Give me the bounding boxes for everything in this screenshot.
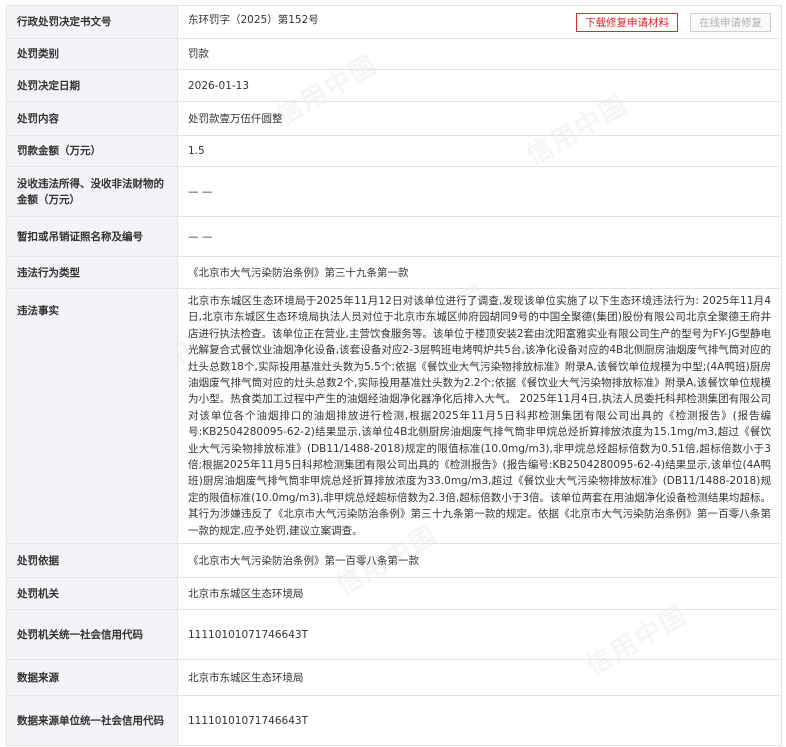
violation-type-label: 违法行为类型 xyxy=(6,256,178,289)
doc-no-cell: 东环罚字（2025）第152号 下载修复申请材料 在线申请修复 xyxy=(177,5,782,39)
doc-no-value: 东环罚字（2025）第152号 xyxy=(188,14,319,26)
action-buttons: 下载修复申请材料 在线申请修复 xyxy=(576,13,771,32)
facts-label: 违法事实 xyxy=(6,287,178,545)
authority-code-value: 11110101071746643T xyxy=(177,609,782,661)
content-value: 处罚款壹万伍仟圆整 xyxy=(177,101,782,136)
source-label: 数据来源 xyxy=(6,659,178,697)
table-row: 罚款金额（万元） 1.5 xyxy=(6,135,782,167)
decision-date-label: 处罚决定日期 xyxy=(6,69,178,102)
source-code-value: 11110101071746643T xyxy=(177,695,782,747)
table-row: 行政处罚决定书文号 东环罚字（2025）第152号 下载修复申请材料 在线申请修… xyxy=(6,5,782,39)
table-row: 数据来源单位统一社会信用代码 11110101071746643T xyxy=(6,695,782,747)
table-row: 处罚依据 《北京市大气污染防治条例》第一百零八条第一款 xyxy=(6,543,782,579)
table-row: 处罚决定日期 2026-01-13 xyxy=(6,69,782,102)
authority-code-label: 处罚机关统一社会信用代码 xyxy=(6,609,178,661)
table-row: 处罚类别 罚款 xyxy=(6,38,782,70)
facts-value: 北京市东城区生态环境局于2025年11月12日对该单位进行了调查,发现该单位实施… xyxy=(177,287,782,545)
table-row: 违法事实 北京市东城区生态环境局于2025年11月12日对该单位进行了调查,发现… xyxy=(6,287,782,545)
amount-label: 罚款金额（万元） xyxy=(6,135,178,167)
table-row: 处罚机关统一社会信用代码 11110101071746643T xyxy=(6,609,782,661)
basis-label: 处罚依据 xyxy=(6,543,178,579)
authority-value: 北京市东城区生态环境局 xyxy=(177,577,782,611)
confiscation-value: — — xyxy=(177,166,782,217)
table-row: 数据来源 北京市东城区生态环境局 xyxy=(6,659,782,697)
download-repair-materials-button[interactable]: 下载修复申请材料 xyxy=(576,13,678,32)
source-value: 北京市东城区生态环境局 xyxy=(177,659,782,697)
license-value: — — xyxy=(177,216,782,257)
confiscation-label: 没收违法所得、没收非法财物的金额（万元） xyxy=(6,166,178,217)
basis-value: 《北京市大气污染防治条例》第一百零八条第一款 xyxy=(177,543,782,579)
amount-value: 1.5 xyxy=(177,135,782,167)
decision-date-value: 2026-01-13 xyxy=(177,69,782,102)
table-row: 没收违法所得、没收非法财物的金额（万元） — — xyxy=(6,166,782,217)
table-row: 处罚内容 处罚款壹万伍仟圆整 xyxy=(6,101,782,136)
violation-type-value: 《北京市大气污染防治条例》第三十九条第一款 xyxy=(177,256,782,289)
table-row: 处罚机关 北京市东城区生态环境局 xyxy=(6,577,782,611)
license-label: 暂扣或吊销证照名称及编号 xyxy=(6,216,178,257)
content-label: 处罚内容 xyxy=(6,101,178,136)
penalty-detail-table: 行政处罚决定书文号 东环罚字（2025）第152号 下载修复申请材料 在线申请修… xyxy=(6,5,782,747)
online-repair-button[interactable]: 在线申请修复 xyxy=(690,13,771,32)
table-row: 暂扣或吊销证照名称及编号 — — xyxy=(6,216,782,257)
doc-no-label: 行政处罚决定书文号 xyxy=(6,5,178,39)
category-label: 处罚类别 xyxy=(6,38,178,70)
source-code-label: 数据来源单位统一社会信用代码 xyxy=(6,695,178,747)
authority-label: 处罚机关 xyxy=(6,577,178,611)
table-row: 违法行为类型 《北京市大气污染防治条例》第三十九条第一款 xyxy=(6,256,782,289)
category-value: 罚款 xyxy=(177,38,782,70)
